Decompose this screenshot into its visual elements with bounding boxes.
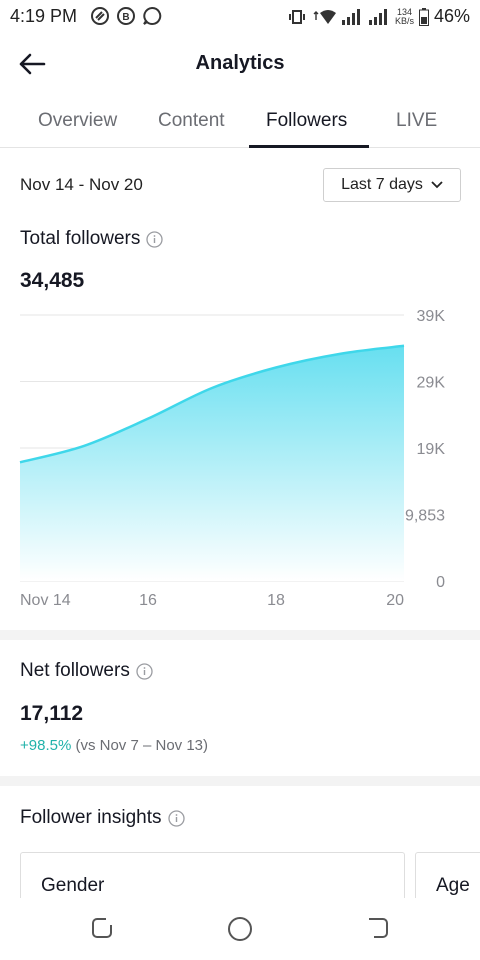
info-icon[interactable] (136, 662, 153, 680)
gender-card-label: Gender (41, 875, 105, 896)
back-nav-button[interactable] (366, 916, 390, 940)
date-range-label: Nov 14 - Nov 20 (20, 175, 143, 194)
network-speed: 134 KB/s (394, 6, 414, 26)
x-tick-label: 16 (139, 592, 157, 609)
b-badge-icon: B (117, 7, 135, 25)
change-percent: +98.5% (20, 737, 72, 754)
y-tick-label: 9,853 (405, 508, 445, 525)
page-title: Analytics (195, 52, 285, 74)
section-divider (0, 630, 480, 640)
signal-icon-2 (368, 8, 387, 25)
total-followers-title: Total followers (20, 228, 164, 250)
status-bar: 4:19 PM B 134 KB/s 46% (0, 0, 480, 34)
net-followers-title: Net followers (20, 660, 153, 682)
tab-content[interactable]: Content (158, 110, 225, 132)
info-icon[interactable] (146, 230, 164, 248)
x-tick-label: Nov 14 (20, 592, 71, 609)
total-followers-chart: 39K 29K 19K 9,853 0 Nov 14 16 18 20 (19, 308, 446, 609)
notification-icons: B (90, 6, 162, 26)
follower-insights-title: Follower insights (20, 807, 185, 829)
total-followers-value: 34,485 (20, 269, 85, 292)
y-tick-label: 29K (417, 375, 446, 392)
header: Analytics (0, 40, 480, 88)
vibrate-icon (288, 9, 305, 24)
period-dropdown[interactable]: Last 7 days (323, 168, 461, 202)
status-right: 134 KB/s 46% (287, 6, 470, 27)
tab-followers[interactable]: Followers (266, 110, 347, 132)
age-card-label: Age (436, 875, 470, 896)
net-followers-value: 17,112 (20, 702, 84, 725)
signal-icon-1 (341, 8, 360, 25)
y-tick-label: 19K (417, 441, 446, 458)
battery-icon (418, 7, 429, 26)
tab-live[interactable]: LIVE (396, 110, 437, 132)
whatsapp-icon (143, 6, 162, 25)
svg-text:B: B (122, 12, 129, 23)
active-tab-indicator (249, 145, 369, 148)
home-button[interactable] (227, 916, 253, 942)
tab-bar: Overview Content Followers LIVE (0, 100, 480, 148)
comparison-period: (vs Nov 7 – Nov 13) (75, 737, 209, 754)
sync-icon (91, 7, 109, 25)
net-followers-change: +98.5% (vs Nov 7 – Nov 13) (20, 737, 208, 754)
system-nav-bar (0, 898, 480, 960)
period-dropdown-label: Last 7 days (341, 176, 423, 193)
battery-percent: 46% (433, 6, 470, 26)
info-icon[interactable] (167, 809, 185, 827)
tab-overview[interactable]: Overview (38, 110, 117, 132)
wifi-icon (313, 9, 336, 24)
y-tick-label: 0 (436, 574, 445, 591)
section-divider (0, 776, 480, 786)
status-time: 4:19 PM (10, 6, 78, 26)
x-tick-label: 18 (267, 592, 285, 609)
x-tick-label: 20 (386, 592, 404, 609)
recents-button[interactable] (90, 916, 114, 940)
chevron-down-icon (431, 181, 443, 189)
y-tick-label: 39K (417, 308, 446, 325)
